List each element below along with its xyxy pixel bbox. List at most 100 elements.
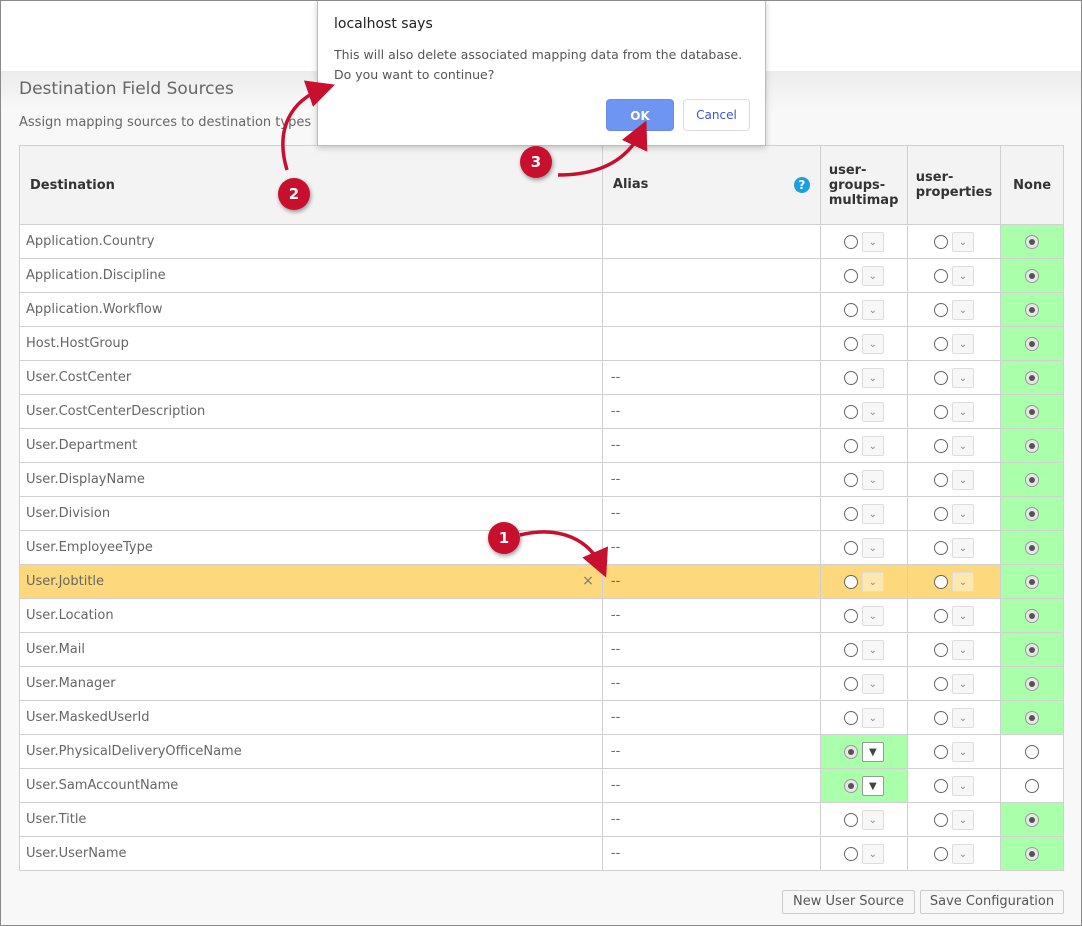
chevron-down-icon[interactable]: ⌄: [861, 537, 884, 558]
alias-cell[interactable]: --: [601, 462, 821, 497]
user-groups-multimap-radio[interactable]: [843, 302, 858, 317]
user-groups-multimap-radio[interactable]: [843, 336, 858, 351]
chevron-down-icon[interactable]: ⌄: [952, 333, 974, 354]
alias-cell[interactable]: --: [601, 496, 821, 531]
user-groups-multimap-radio[interactable]: [843, 404, 858, 419]
chevron-down-icon[interactable]: ⌄: [861, 333, 884, 354]
user-groups-multimap-radio[interactable]: [843, 506, 858, 521]
chevron-down-icon[interactable]: ⌄: [952, 571, 974, 592]
user-properties-radio[interactable]: [934, 370, 948, 385]
chevron-down-icon[interactable]: ⌄: [861, 435, 884, 456]
none-radio[interactable]: [1025, 710, 1040, 725]
chevron-down-icon[interactable]: ⌄: [861, 469, 884, 490]
user-properties-radio[interactable]: [934, 574, 948, 589]
user-groups-multimap-radio[interactable]: [843, 574, 858, 589]
alias-cell[interactable]: --: [601, 598, 821, 633]
chevron-down-icon[interactable]: ⌄: [861, 571, 884, 592]
chevron-down-icon[interactable]: ⌄: [861, 265, 884, 286]
none-radio[interactable]: [1025, 506, 1040, 521]
user-groups-multimap-radio[interactable]: [843, 676, 858, 691]
none-radio[interactable]: [1025, 778, 1040, 793]
user-properties-radio[interactable]: [934, 642, 948, 657]
alias-cell[interactable]: [601, 326, 821, 361]
chevron-down-icon[interactable]: ⌄: [861, 843, 884, 864]
user-properties-radio[interactable]: [934, 812, 948, 827]
chevron-down-icon[interactable]: ⌄: [952, 605, 974, 626]
chevron-down-icon[interactable]: ⌄: [952, 469, 974, 490]
chevron-down-icon[interactable]: ⌄: [952, 265, 974, 286]
dialog-ok-button[interactable]: OK: [606, 99, 674, 131]
dialog-cancel-button[interactable]: Cancel: [683, 99, 750, 131]
alias-cell[interactable]: [601, 224, 821, 259]
alias-cell[interactable]: --: [601, 768, 821, 803]
none-radio[interactable]: [1025, 744, 1040, 759]
alias-cell[interactable]: --: [601, 632, 821, 667]
chevron-down-icon[interactable]: ⌄: [952, 299, 974, 320]
user-groups-multimap-radio[interactable]: [843, 710, 858, 725]
caret-down-icon[interactable]: ▼: [861, 775, 884, 796]
alias-cell[interactable]: --: [601, 360, 821, 395]
none-radio[interactable]: [1025, 812, 1040, 827]
delete-row-icon[interactable]: ×: [582, 573, 594, 589]
user-properties-radio[interactable]: [934, 778, 948, 793]
alias-cell[interactable]: --: [601, 530, 821, 565]
user-properties-radio[interactable]: [934, 608, 948, 623]
caret-down-icon[interactable]: ▼: [861, 741, 884, 762]
none-radio[interactable]: [1025, 268, 1040, 283]
alias-cell[interactable]: --: [601, 564, 821, 599]
chevron-down-icon[interactable]: ⌄: [952, 435, 974, 456]
none-radio[interactable]: [1025, 234, 1040, 249]
none-radio[interactable]: [1025, 404, 1040, 419]
user-properties-radio[interactable]: [934, 438, 948, 453]
user-properties-radio[interactable]: [934, 234, 948, 249]
user-groups-multimap-radio[interactable]: [843, 370, 858, 385]
none-radio[interactable]: [1025, 302, 1040, 317]
none-radio[interactable]: [1025, 574, 1040, 589]
chevron-down-icon[interactable]: ⌄: [861, 503, 884, 524]
alias-cell[interactable]: --: [601, 394, 821, 429]
none-radio[interactable]: [1025, 676, 1040, 691]
user-properties-radio[interactable]: [934, 676, 948, 691]
chevron-down-icon[interactable]: ⌄: [952, 537, 974, 558]
alias-cell[interactable]: --: [601, 666, 821, 701]
chevron-down-icon[interactable]: ⌄: [952, 741, 974, 762]
none-radio[interactable]: [1025, 370, 1040, 385]
chevron-down-icon[interactable]: ⌄: [952, 639, 974, 660]
new-user-source-button[interactable]: New User Source: [782, 890, 915, 914]
user-properties-radio[interactable]: [934, 710, 948, 725]
user-groups-multimap-radio[interactable]: [843, 608, 858, 623]
user-properties-radio[interactable]: [934, 744, 948, 759]
alias-cell[interactable]: --: [601, 836, 821, 871]
chevron-down-icon[interactable]: ⌄: [861, 367, 884, 388]
user-properties-radio[interactable]: [934, 506, 948, 521]
chevron-down-icon[interactable]: ⌄: [861, 707, 884, 728]
help-icon[interactable]: ?: [793, 177, 810, 193]
user-properties-radio[interactable]: [934, 540, 948, 555]
chevron-down-icon[interactable]: ⌄: [952, 673, 974, 694]
none-radio[interactable]: [1025, 336, 1040, 351]
alias-cell[interactable]: --: [601, 428, 821, 463]
user-groups-multimap-radio[interactable]: [843, 778, 858, 793]
chevron-down-icon[interactable]: ⌄: [952, 843, 974, 864]
user-groups-multimap-radio[interactable]: [843, 472, 858, 487]
user-properties-radio[interactable]: [934, 404, 948, 419]
alias-cell[interactable]: [601, 258, 821, 293]
alias-cell[interactable]: --: [601, 700, 821, 735]
chevron-down-icon[interactable]: ⌄: [952, 775, 974, 796]
user-groups-multimap-radio[interactable]: [843, 744, 858, 759]
user-properties-radio[interactable]: [934, 846, 948, 861]
alias-cell[interactable]: [601, 292, 821, 327]
chevron-down-icon[interactable]: ⌄: [952, 367, 974, 388]
none-radio[interactable]: [1025, 846, 1040, 861]
user-properties-radio[interactable]: [934, 268, 948, 283]
user-groups-multimap-radio[interactable]: [843, 540, 858, 555]
chevron-down-icon[interactable]: ⌄: [861, 673, 884, 694]
chevron-down-icon[interactable]: ⌄: [861, 299, 884, 320]
chevron-down-icon[interactable]: ⌄: [952, 231, 974, 252]
user-properties-radio[interactable]: [934, 302, 948, 317]
alias-cell[interactable]: --: [601, 802, 821, 837]
none-radio[interactable]: [1025, 438, 1040, 453]
chevron-down-icon[interactable]: ⌄: [861, 639, 884, 660]
save-configuration-button[interactable]: Save Configuration: [920, 890, 1064, 914]
chevron-down-icon[interactable]: ⌄: [861, 809, 884, 830]
